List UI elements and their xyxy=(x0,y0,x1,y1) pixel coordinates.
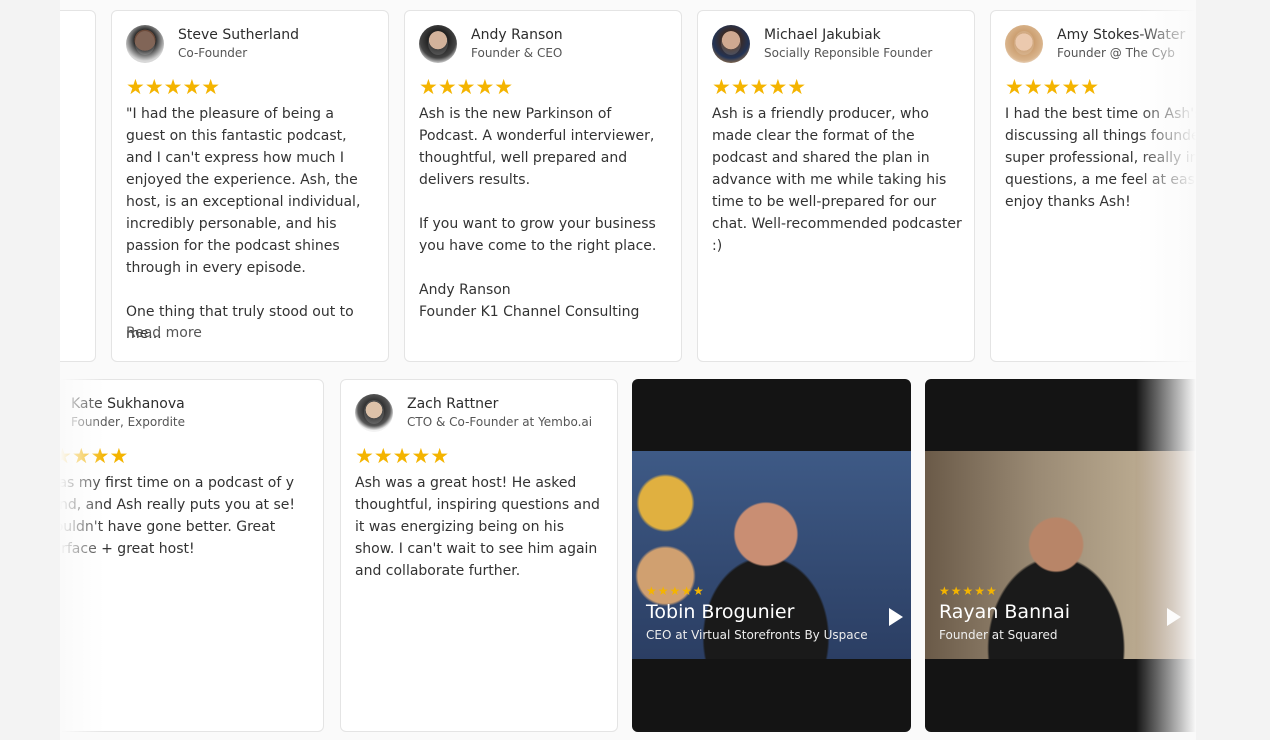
video-person-role: CEO at Virtual Storefronts By Uspace xyxy=(646,628,868,642)
testimonials-row-1: Steve Sutherland Co-Founder ★★★★★ "I had… xyxy=(60,0,1196,370)
reviewer-name: Steve Sutherland xyxy=(178,27,300,43)
star-rating: ★★★★★ xyxy=(646,584,705,598)
testimonial-card[interactable]: Kate Sukhanova Founder, Expordite ★★★★ w… xyxy=(60,379,324,732)
reviewer-name: Zach Rattner xyxy=(407,396,499,412)
avatar xyxy=(355,394,393,432)
review-text: I had the best time on Ash's discussing … xyxy=(1005,106,1196,210)
testimonials-wall: Steve Sutherland Co-Founder ★★★★★ "I had… xyxy=(60,0,1196,740)
star-rating: ★★★★★ xyxy=(939,584,998,598)
reviewer-role: Founder @ The Cyb xyxy=(1057,46,1175,60)
avatar xyxy=(1005,25,1043,63)
avatar xyxy=(712,25,750,63)
reviewer-name: Kate Sukhanova xyxy=(71,396,185,412)
read-more-link[interactable]: Read more xyxy=(126,325,202,341)
testimonial-card[interactable]: Andy Ranson Founder & CEO ★★★★★ Ash is t… xyxy=(404,10,682,362)
testimonial-card-partial xyxy=(60,10,96,362)
reviewer-role: Socially Reponsible Founder xyxy=(764,46,933,60)
avatar xyxy=(126,25,164,63)
review-text: Ash is the new Parkinson of Podcast. A w… xyxy=(419,106,657,320)
review-text: "I had the pleasure of being a guest on … xyxy=(126,106,361,342)
video-testimonial[interactable]: ★★★★★ Rayan Bannai Founder at Squared xyxy=(925,379,1196,732)
star-rating: ★★★★★ xyxy=(1005,75,1100,99)
star-rating: ★★★★★ xyxy=(126,75,221,99)
play-icon[interactable] xyxy=(1167,608,1181,626)
reviewer-name: Amy Stokes-Water xyxy=(1057,27,1186,43)
testimonial-card[interactable]: Zach Rattner CTO & Co-Founder at Yembo.a… xyxy=(340,379,618,732)
reviewer-role: Founder & CEO xyxy=(471,46,563,60)
video-person-role: Founder at Squared xyxy=(939,628,1058,642)
testimonial-card[interactable]: Amy Stokes-Water Founder @ The Cyb ★★★★★… xyxy=(990,10,1196,362)
review-text: Ash is a friendly producer, who made cle… xyxy=(712,106,962,254)
video-testimonial[interactable]: ★★★★★ Tobin Brogunier CEO at Virtual Sto… xyxy=(632,379,911,732)
star-rating: ★★★★★ xyxy=(712,75,807,99)
reviewer-role: CTO & Co-Founder at Yembo.ai xyxy=(407,415,593,429)
play-icon[interactable] xyxy=(889,608,903,626)
star-rating: ★★★★★ xyxy=(355,444,450,468)
review-text: Ash was a great host! He asked thoughtfu… xyxy=(355,475,600,579)
video-person-name: Rayan Bannai xyxy=(939,601,1071,623)
reviewer-name: Andy Ranson xyxy=(471,27,563,43)
testimonials-row-2: Kate Sukhanova Founder, Expordite ★★★★ w… xyxy=(60,370,1196,740)
video-person-name: Tobin Brogunier xyxy=(646,601,795,623)
reviewer-role: Founder, Expordite xyxy=(71,415,185,429)
reviewer-role: Co-Founder xyxy=(178,46,248,60)
star-rating: ★★★★ xyxy=(60,444,129,468)
review-text: was my first time on a podcast of y kind… xyxy=(60,475,296,557)
star-rating: ★★★★★ xyxy=(419,75,514,99)
testimonial-card[interactable]: Michael Jakubiak Socially Reponsible Fou… xyxy=(697,10,975,362)
testimonial-card[interactable]: Steve Sutherland Co-Founder ★★★★★ "I had… xyxy=(111,10,389,362)
avatar xyxy=(419,25,457,63)
reviewer-name: Michael Jakubiak xyxy=(764,27,881,43)
